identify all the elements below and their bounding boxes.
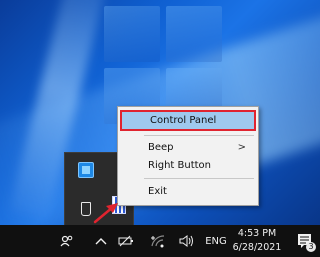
- menu-separator: [144, 135, 254, 136]
- notification-count-badge: 3: [306, 242, 316, 252]
- language-label: ENG: [205, 235, 227, 247]
- menu-separator: [144, 178, 254, 179]
- submenu-arrow-icon: >: [237, 142, 246, 153]
- battery-icon[interactable]: [116, 225, 136, 257]
- wifi-icon[interactable]: [148, 225, 168, 257]
- menu-item-label: Exit: [148, 186, 167, 197]
- menu-item-control-panel[interactable]: Control Panel: [120, 110, 256, 131]
- taskbar: ENG 4:53 PM 6/28/2021 3: [0, 225, 320, 257]
- menu-item-beep[interactable]: Beep >: [120, 139, 256, 156]
- clock-date: 6/28/2021: [232, 242, 282, 253]
- show-hidden-icons-chevron-icon[interactable]: [93, 225, 109, 257]
- menu-item-label: Right Button: [148, 160, 212, 171]
- blue-app-tray-icon[interactable]: [77, 161, 95, 179]
- input-language[interactable]: ENG: [204, 225, 228, 257]
- usb-device-icon[interactable]: [77, 199, 95, 219]
- menu-item-right-button[interactable]: Right Button: [120, 157, 256, 174]
- people-icon[interactable]: [58, 225, 76, 257]
- clock-time: 4:53 PM: [237, 228, 277, 239]
- system-clock[interactable]: 4:53 PM 6/28/2021: [232, 227, 282, 255]
- menu-item-exit[interactable]: Exit: [120, 183, 256, 200]
- menu-item-label: Control Panel: [150, 115, 217, 126]
- menu-item-label: Beep: [148, 142, 174, 153]
- volume-icon[interactable]: [177, 225, 197, 257]
- tray-context-menu: Control Panel Beep > Right Button Exit: [117, 106, 259, 206]
- action-center-button[interactable]: 3: [294, 229, 318, 253]
